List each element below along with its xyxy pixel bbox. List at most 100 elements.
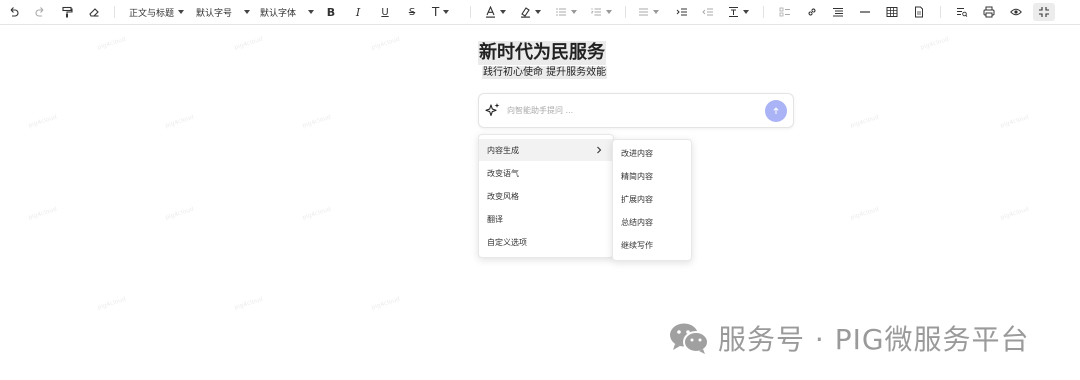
chevron-down-icon <box>653 10 659 14</box>
task-list-button[interactable] <box>778 3 792 21</box>
background-watermark: pig4cloud <box>999 113 1030 130</box>
submenu-item-label: 继续写作 <box>621 240 653 250</box>
table-button[interactable] <box>885 3 899 21</box>
submenu-item-simplify[interactable]: 精简内容 <box>613 165 691 187</box>
chevron-down-icon <box>500 10 506 14</box>
arrow-up-icon <box>773 107 779 114</box>
ai-prompt-input[interactable] <box>507 103 757 117</box>
fullscreen-exit-icon <box>1039 7 1049 17</box>
search-replace-icon <box>957 8 968 17</box>
bold-button[interactable]: B <box>324 3 338 21</box>
watermark-text: 服务号 · PIG微服务平台 <box>718 323 1030 356</box>
link-button[interactable] <box>805 3 819 21</box>
horizontal-rule-button[interactable] <box>858 3 872 21</box>
document-button[interactable] <box>912 3 926 21</box>
text-style-select[interactable]: T <box>432 3 450 21</box>
background-watermark: pig4cloud <box>849 113 880 130</box>
font-family-select[interactable]: 默认字体 <box>260 3 315 21</box>
background-watermark: pig4cloud <box>301 113 332 130</box>
undo-button[interactable] <box>6 3 22 21</box>
eye-icon <box>1010 8 1022 16</box>
indent-icon <box>676 8 687 16</box>
align-icon <box>639 8 648 16</box>
chevron-down-icon <box>244 10 251 14</box>
preview-button[interactable] <box>1009 3 1023 21</box>
wechat-account-watermark: 服务号 · PIG微服务平台 <box>668 318 1030 358</box>
paragraph-style-select[interactable]: 正文与标题 <box>129 3 185 21</box>
toolbar-divider <box>470 6 471 18</box>
toolbar-divider <box>625 6 626 18</box>
submenu-item-summarize[interactable]: 总结内容 <box>613 211 691 233</box>
chevron-down-icon <box>443 10 450 14</box>
ordered-list-icon <box>591 8 601 16</box>
table-icon <box>886 7 898 17</box>
paragraph-style-label: 正文与标题 <box>129 8 175 19</box>
menu-item-change-style[interactable]: 改变风格 <box>479 185 613 207</box>
bullet-list-select[interactable] <box>556 3 577 21</box>
submenu-item-label: 总结内容 <box>621 217 653 227</box>
background-watermark: pig4cloud <box>370 35 401 52</box>
indent-button[interactable] <box>675 3 689 21</box>
line-height-select[interactable] <box>728 3 749 21</box>
chevron-down-icon <box>606 10 612 14</box>
menu-item-change-tone[interactable]: 改变语气 <box>479 162 613 184</box>
format-painter-button[interactable] <box>59 3 75 21</box>
background-watermark: pig4cloud <box>999 205 1030 222</box>
blockquote-button[interactable] <box>831 3 845 21</box>
submenu-item-label: 精简内容 <box>621 171 653 181</box>
background-watermark: pig4cloud <box>27 113 58 130</box>
background-watermark: pig4cloud <box>919 35 950 52</box>
italic-button[interactable]: I <box>351 3 365 21</box>
clear-format-button[interactable] <box>86 3 102 21</box>
text-style-label: T <box>432 5 440 19</box>
document-subtitle[interactable]: 践行初心使命 提升服务效能 <box>482 66 608 79</box>
menu-item-translate[interactable]: 翻译 <box>479 208 613 230</box>
ordered-list-select[interactable] <box>591 3 612 21</box>
submenu-item-continue-writing[interactable]: 继续写作 <box>613 234 691 256</box>
editor-toolbar: 正文与标题 默认字号 默认字体 B I U S T <box>0 0 1080 25</box>
strikethrough-button[interactable]: S <box>405 3 419 21</box>
search-replace-button[interactable] <box>955 3 969 21</box>
outdent-button[interactable] <box>701 3 715 21</box>
send-button[interactable] <box>765 100 787 122</box>
menu-item-label: 自定义选项 <box>487 237 527 247</box>
menu-item-label: 改变风格 <box>487 191 519 201</box>
ai-assistant-box <box>478 93 794 128</box>
font-color-icon <box>486 6 495 18</box>
background-watermark: pig4cloud <box>849 205 880 222</box>
underline-button[interactable]: U <box>378 3 392 21</box>
submenu-item-expand[interactable]: 扩展内容 <box>613 188 691 210</box>
horizontal-rule-icon <box>860 11 870 13</box>
background-watermark: pig4cloud <box>96 295 127 312</box>
print-button[interactable] <box>982 3 996 21</box>
document-title[interactable]: 新时代为民服务 <box>478 41 606 65</box>
redo-button[interactable] <box>32 3 48 21</box>
chevron-down-icon <box>571 10 577 14</box>
menu-item-content-generation[interactable]: 内容生成 <box>479 139 613 161</box>
background-watermark: pig4cloud <box>370 295 401 312</box>
document-icon <box>915 6 923 18</box>
background-watermark: pig4cloud <box>164 113 195 130</box>
chevron-down-icon <box>308 10 315 14</box>
link-icon <box>808 8 816 16</box>
toolbar-divider <box>940 6 941 18</box>
submenu-item-improve[interactable]: 改进内容 <box>613 142 691 164</box>
submenu-item-label: 改进内容 <box>621 148 653 158</box>
chevron-right-icon <box>597 146 602 154</box>
sparkle-icon <box>485 103 500 117</box>
align-select[interactable] <box>638 3 659 21</box>
redo-icon <box>35 7 44 17</box>
font-color-select[interactable] <box>485 3 506 21</box>
menu-item-custom-options[interactable]: 自定义选项 <box>479 231 613 253</box>
highlight-color-select[interactable] <box>520 3 541 21</box>
menu-item-label: 内容生成 <box>487 145 519 155</box>
font-size-select[interactable]: 默认字号 <box>196 3 251 21</box>
quote-icon <box>833 8 843 17</box>
toolbar-divider <box>114 6 115 18</box>
background-watermark: pig4cloud <box>27 205 58 222</box>
outdent-icon <box>702 8 713 16</box>
chevron-down-icon <box>535 10 541 14</box>
background-watermark: pig4cloud <box>96 35 127 52</box>
fullscreen-exit-button[interactable] <box>1033 3 1055 21</box>
chevron-down-icon <box>743 10 749 14</box>
